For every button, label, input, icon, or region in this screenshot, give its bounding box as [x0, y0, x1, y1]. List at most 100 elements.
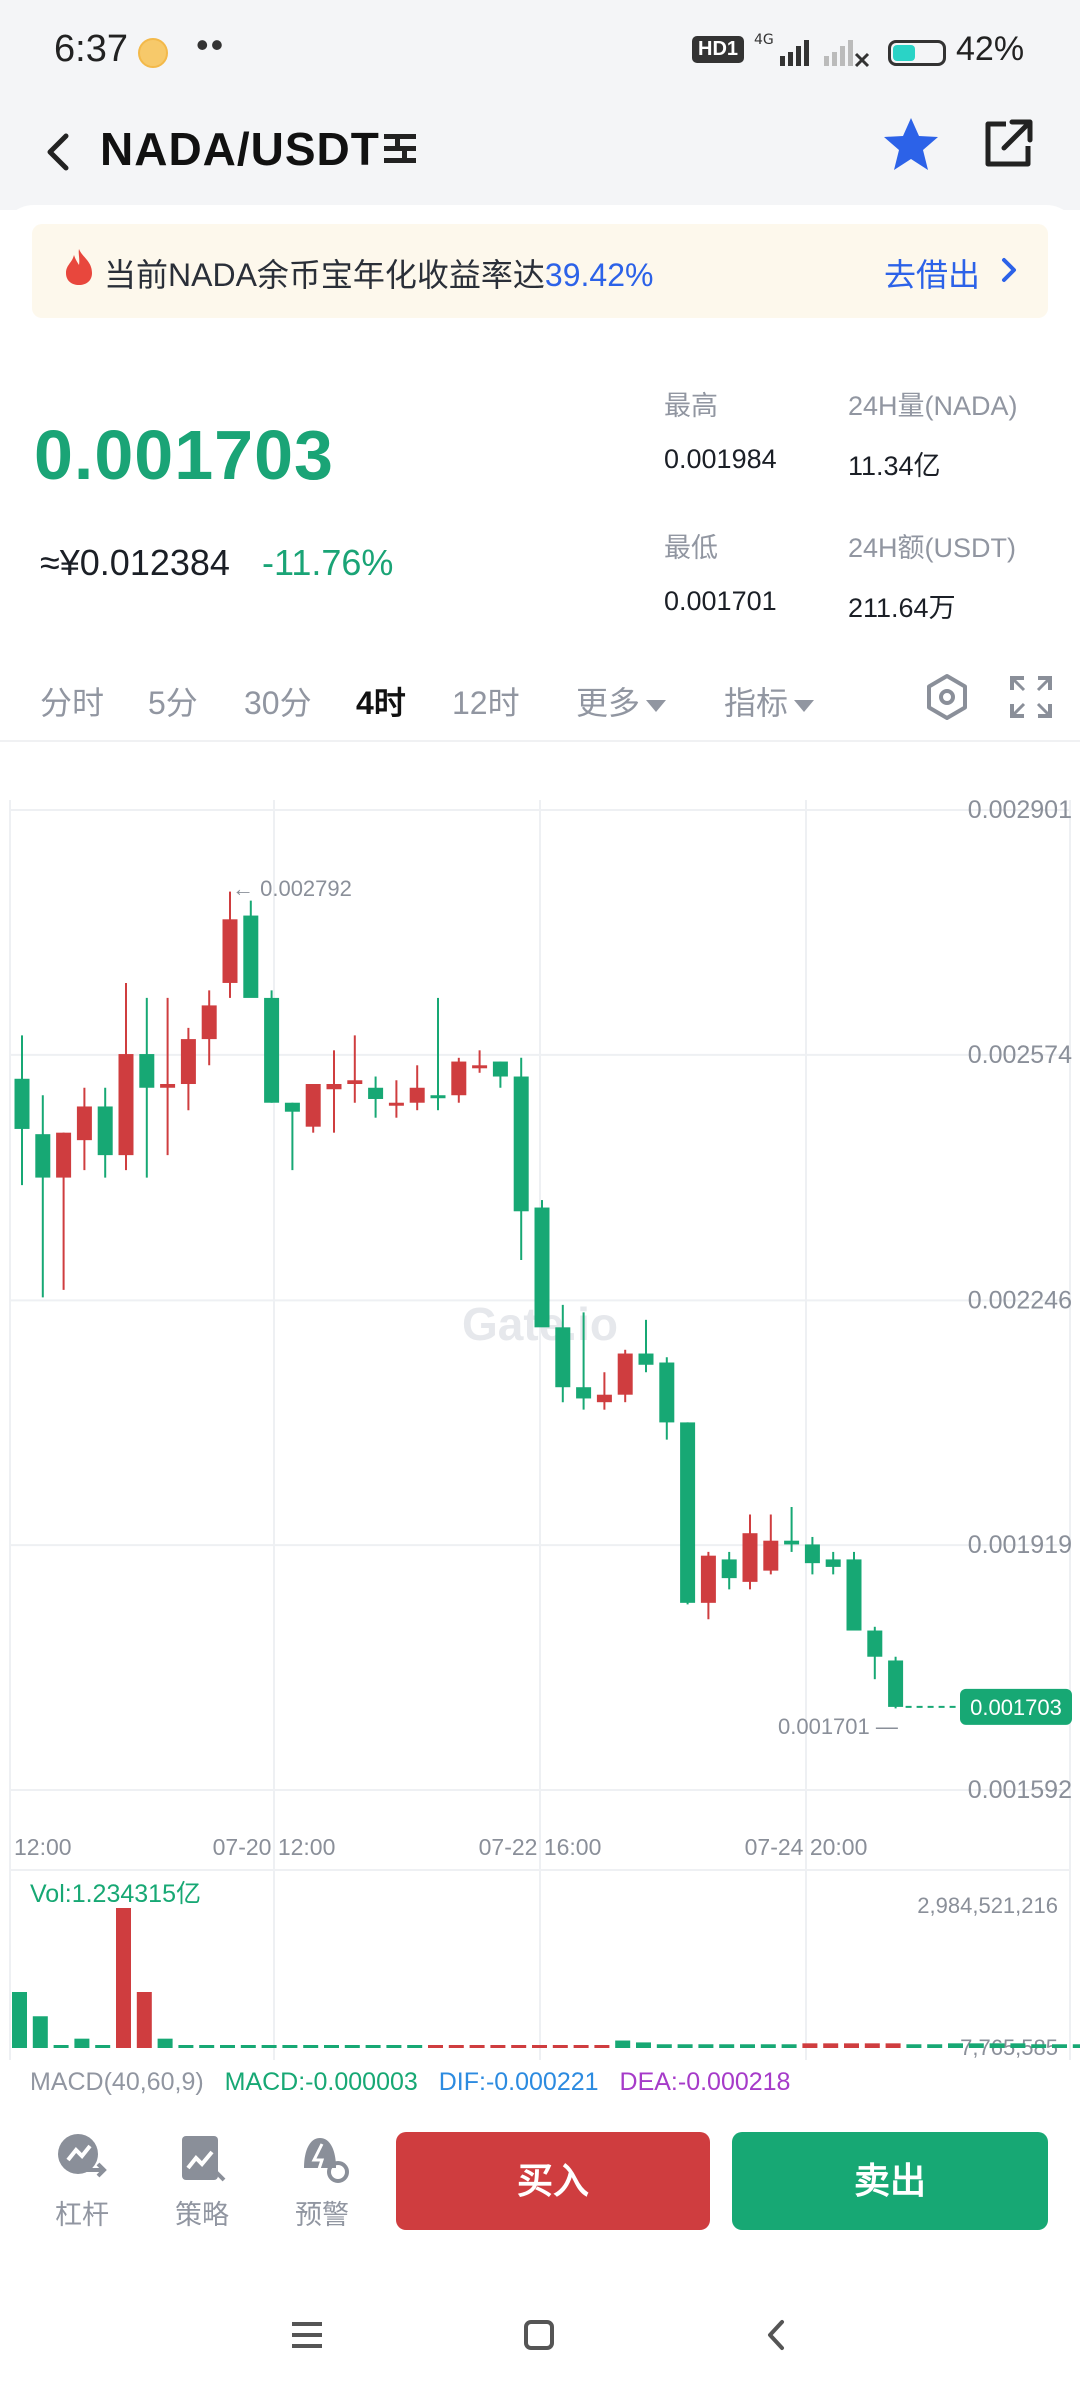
strategy-icon: [182, 2136, 226, 2182]
candle-body: [388, 1102, 404, 1106]
macd-legend: MACD(40,60,9) MACD:-0.000003 DIF:-0.0002…: [30, 2068, 790, 2096]
x-tick-label: 07-24 20:00: [745, 1834, 868, 1860]
fire-icon: [66, 249, 92, 285]
volume-bar: [968, 2043, 984, 2048]
max-price-marker: ← 0.002792: [232, 876, 352, 901]
candle-body: [368, 1087, 384, 1099]
candle-body: [888, 1660, 904, 1707]
lend-link[interactable]: 去借出: [884, 250, 980, 296]
volume-bar: [220, 2045, 235, 2048]
banner-text: 当前NADA余币宝年化收益率达39.42%: [104, 250, 653, 296]
strategy-button[interactable]: 策略: [162, 2130, 242, 2232]
dea-value: DEA:-0.000218: [620, 2068, 791, 2096]
share-external-icon[interactable]: [980, 116, 1036, 172]
y-axis: 0.002901 0.002574 0.002246 0.001919 0.001592: [968, 800, 1072, 1804]
chart-grid: [9, 800, 1071, 2060]
candle-body: [680, 1422, 696, 1603]
menu-icon[interactable]: [282, 2310, 332, 2360]
candle-body: [56, 1132, 72, 1178]
candlestick-chart[interactable]: Gate.io 0.0029010.0025740.0022460.001919…: [0, 800, 1080, 2100]
volume-bar: [677, 2044, 693, 2048]
volume-bar: [199, 2045, 215, 2048]
leverage-label: 杠杆: [55, 2200, 109, 2230]
alert-button[interactable]: 预警: [282, 2130, 362, 2232]
alert-label: 预警: [295, 2200, 349, 2230]
x-tick-label: 07-22 16:00: [479, 1834, 602, 1860]
favorite-star-icon[interactable]: [880, 114, 942, 176]
status-dots: ••: [196, 24, 226, 65]
volume-bar: [989, 2043, 1005, 2048]
volume-label: Vol:1.234315亿: [30, 1880, 201, 1908]
candle-body: [160, 1084, 176, 1088]
network-type: 4G: [754, 32, 774, 48]
volume-bar: [844, 2043, 859, 2048]
strategy-label: 策略: [175, 2200, 229, 2230]
candle-body: [555, 1327, 571, 1388]
chart-settings-icon[interactable]: [922, 672, 972, 722]
candle-body: [472, 1065, 488, 1069]
chevron-right-icon[interactable]: [996, 254, 1024, 286]
candle-body: [409, 1087, 425, 1103]
candle-body: [76, 1106, 92, 1141]
back-nav-icon[interactable]: [752, 2310, 802, 2360]
back-arrow-icon[interactable]: [30, 122, 90, 182]
y-tick-label: 0.002901: [968, 800, 1072, 824]
volume-bar: [823, 2043, 839, 2048]
volume-bar: [656, 2044, 672, 2048]
notification-icon: [138, 38, 168, 68]
battery-icon: [888, 40, 946, 66]
tab-timeline[interactable]: 分时: [40, 678, 104, 724]
candle-body: [596, 1394, 612, 1403]
tab-indicators[interactable]: 指标: [724, 678, 815, 724]
tab-indicators-label: 指标: [724, 685, 789, 721]
candle-body: [222, 919, 238, 983]
tab-5m[interactable]: 5分: [148, 678, 198, 724]
volume-24h-value: 11.34亿: [848, 451, 941, 481]
tab-more[interactable]: 更多: [576, 678, 667, 724]
tab-30m[interactable]: 30分: [244, 678, 312, 724]
buy-button[interactable]: 买入: [396, 2132, 710, 2230]
candle-body: [430, 1095, 446, 1099]
candle-body: [14, 1078, 30, 1129]
volume-bar: [282, 2045, 298, 2048]
pair-title[interactable]: NADA/USDT: [100, 122, 380, 176]
candle-body: [804, 1544, 820, 1564]
signal-icon: 4G: [754, 32, 870, 68]
volume-bar: [303, 2045, 319, 2048]
high-value: 0.001984: [664, 444, 777, 474]
candle-body: [534, 1207, 550, 1328]
volume-bar: [552, 2045, 568, 2048]
tab-12h[interactable]: 12时: [452, 678, 520, 724]
y-tick-label: 0.001592: [968, 1776, 1072, 1804]
volume-bar: [428, 2045, 443, 2048]
volume-max-tick: 2,984,521,216: [917, 1893, 1058, 1918]
candle-body: [825, 1559, 841, 1567]
volume-bar: [1052, 2044, 1067, 2048]
volume-bar: [32, 2016, 48, 2048]
candle-body: [326, 1084, 342, 1090]
volume-bar: [1010, 2043, 1026, 2048]
last-price: 0.001703: [34, 416, 334, 494]
candle-body: [243, 915, 259, 998]
low-label: 最低: [664, 533, 718, 563]
leverage-button[interactable]: 杠杆: [42, 2130, 122, 2232]
candle-body: [576, 1387, 592, 1399]
dif-value: DIF:-0.000221: [439, 2068, 599, 2096]
candle-body: [35, 1134, 51, 1178]
home-icon[interactable]: [514, 2310, 564, 2360]
candle-body: [284, 1102, 300, 1112]
candle-body: [513, 1076, 529, 1212]
candle-body: [492, 1061, 508, 1077]
volume-bar: [885, 2043, 901, 2048]
pair-switch-icon[interactable]: [380, 128, 420, 168]
volume-bar: [719, 2044, 735, 2048]
amount-24h-value: 211.64万: [848, 593, 956, 623]
fullscreen-icon[interactable]: [1008, 674, 1054, 720]
sell-button[interactable]: 卖出: [732, 2132, 1048, 2230]
volume-bar: [490, 2045, 506, 2048]
candle-body: [139, 1054, 155, 1088]
change-percent: -11.76%: [262, 542, 394, 583]
low-value: 0.001701: [664, 586, 777, 616]
tab-4h[interactable]: 4时: [356, 678, 406, 724]
candle-body: [846, 1559, 862, 1631]
